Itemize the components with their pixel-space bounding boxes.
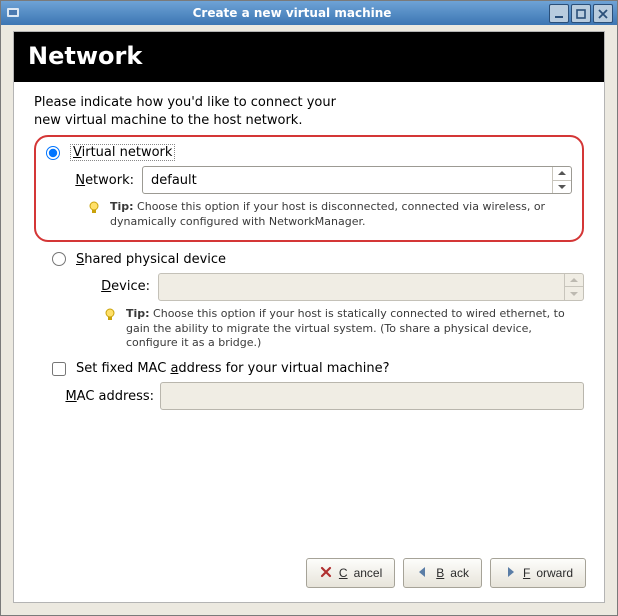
chevron-down-icon (565, 286, 583, 300)
virtual-network-label: VVirtual networkirtual network (70, 145, 175, 160)
mac-address-input[interactable] (160, 382, 584, 410)
window-controls (549, 4, 613, 23)
forward-button[interactable]: FForwardorward (490, 558, 586, 588)
form-body: Please indicate how you'd like to connec… (14, 82, 604, 422)
arrow-right-icon (503, 565, 517, 582)
mac-field-label: MAC address: (58, 389, 154, 404)
chevron-down-icon (553, 180, 571, 194)
button-bar: CCancelancel BBackack FForwardorward (306, 558, 586, 588)
virtual-network-group: VVirtual networkirtual network Network: … (34, 135, 584, 242)
lightbulb-icon (86, 200, 102, 216)
lightbulb-icon (102, 307, 118, 323)
arrow-left-icon (416, 565, 430, 582)
dialog-panel: Network Please indicate how you'd like t… (13, 31, 605, 603)
intro-text: Please indicate how you'd like to connec… (34, 94, 584, 129)
close-button[interactable] (593, 4, 613, 23)
page-title: Network (14, 32, 604, 82)
back-button[interactable]: BBackack (403, 558, 482, 588)
chevron-up-icon (553, 167, 571, 180)
device-field-label: Device: (86, 279, 150, 294)
minimize-button[interactable] (549, 4, 569, 23)
maximize-button[interactable] (571, 4, 591, 23)
mac-checkbox-row: Set fixed MAC address for your virtual m… (52, 361, 584, 376)
app-icon (5, 5, 21, 21)
shared-device-group: Shared physical device Device: (34, 252, 584, 352)
network-combo[interactable]: default (142, 166, 572, 194)
virtual-tip: Tip: Choose this option if your host is … (86, 200, 572, 230)
mac-checkbox[interactable] (52, 362, 66, 376)
shared-tip: Tip: Choose this option if your host is … (102, 307, 584, 352)
intro-line1: Please indicate how you'd like to connec… (34, 95, 336, 110)
window-title: Create a new virtual machine (27, 6, 617, 20)
network-combo-value: default (143, 167, 552, 193)
virt-manager-window: Create a new virtual machine Network Ple… (0, 0, 618, 616)
chevron-up-icon (565, 274, 583, 287)
combo-spinner[interactable] (564, 274, 583, 300)
device-combo[interactable] (158, 273, 584, 301)
cancel-icon (319, 565, 333, 582)
shared-device-label: Shared physical device (76, 252, 226, 267)
mac-checkbox-label: Set fixed MAC address for your virtual m… (76, 361, 389, 376)
intro-line2: new virtual machine to the host network. (34, 113, 302, 128)
network-field-label: Network: (70, 173, 134, 188)
virtual-network-radio[interactable] (46, 146, 60, 160)
cancel-button[interactable]: CCancelancel (306, 558, 395, 588)
device-combo-value (159, 274, 564, 300)
combo-spinner[interactable] (552, 167, 571, 193)
shared-device-radio[interactable] (52, 252, 66, 266)
titlebar: Create a new virtual machine (1, 1, 617, 25)
